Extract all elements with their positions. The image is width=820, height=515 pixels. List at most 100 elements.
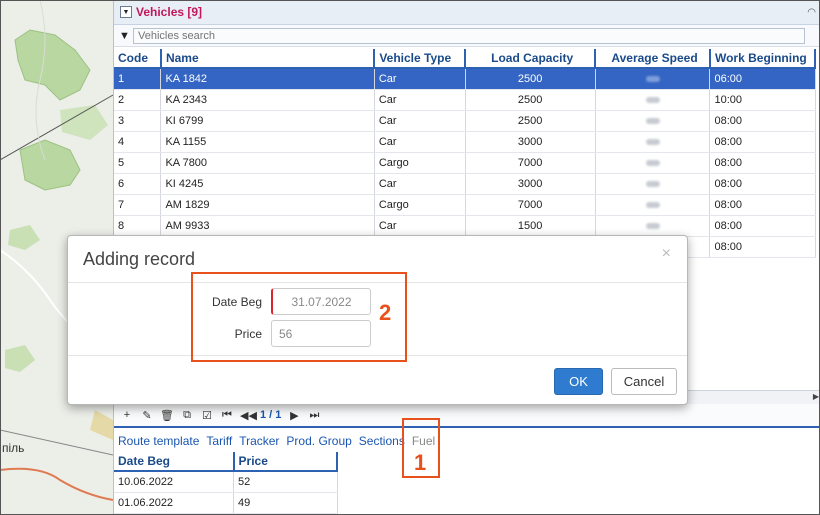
cell-type: Car — [374, 131, 466, 153]
cell-capacity: 3000 — [465, 131, 596, 153]
cell-date: 01.06.2022 — [114, 492, 235, 514]
cell-name: AM 9933 — [160, 215, 375, 237]
last-page-icon[interactable]: ⏭ — [307, 409, 321, 422]
map-town-label: піль — [2, 441, 25, 455]
add-icon[interactable]: + — [120, 409, 134, 421]
cell-capacity: 1500 — [465, 215, 596, 237]
cell-work-begin: 06:00 — [709, 68, 816, 90]
cell-type: Car — [374, 173, 466, 195]
vehicles-search-input[interactable] — [133, 27, 805, 44]
col-code[interactable]: Code — [114, 49, 162, 69]
cell-code: 8 — [114, 215, 162, 237]
table-row[interactable]: 1 KA 1842 Car 2500 06:00 — [114, 68, 816, 90]
cell-speed-redacted — [595, 68, 711, 90]
col-price[interactable]: Price — [233, 452, 339, 472]
annotation-number-1: 1 — [414, 450, 427, 475]
table-row[interactable]: 5 KA 7800 Cargo 7000 08:00 — [114, 152, 816, 174]
cell-code: 6 — [114, 173, 162, 195]
cell-price: 52 — [233, 471, 338, 493]
scroll-right-icon[interactable]: ▶ — [813, 392, 819, 401]
table-row[interactable]: 8 AM 9933 Car 1500 08:00 — [114, 215, 816, 237]
cancel-button[interactable]: Cancel — [611, 368, 677, 395]
col-work-beginning[interactable]: Work Beginning — [709, 49, 817, 69]
filter-icon[interactable]: ▼ — [119, 30, 133, 42]
cell-work-begin: 10:00 — [709, 89, 816, 111]
annotation-box-2 — [191, 272, 407, 362]
tab-tracker[interactable]: Tracker — [239, 434, 279, 448]
rss-icon[interactable]: ◠ — [807, 7, 816, 18]
cell-code: 1 — [114, 68, 162, 90]
cell-work-begin: 08:00 — [709, 236, 816, 258]
tab-route-template[interactable]: Route template — [118, 434, 199, 448]
cell-speed-redacted — [595, 194, 711, 216]
cell-type: Cargo — [374, 152, 466, 174]
col-load-capacity[interactable]: Load Capacity — [465, 49, 597, 69]
cell-speed-redacted — [595, 152, 711, 174]
cell-speed-redacted — [595, 89, 711, 111]
table-row[interactable]: 01.06.2022 49 — [114, 492, 338, 514]
cell-capacity: 7000 — [465, 194, 596, 216]
col-average-speed[interactable]: Average Speed — [595, 49, 711, 69]
table-row[interactable]: 4 KA 1155 Car 3000 08:00 — [114, 131, 816, 153]
cell-capacity: 3000 — [465, 173, 596, 195]
cell-code: 2 — [114, 89, 162, 111]
fuel-table: Date Beg Price 10.06.2022 52 01.06.2022 … — [114, 452, 339, 514]
delete-icon[interactable]: 🗑 — [160, 409, 174, 422]
cell-code: 4 — [114, 131, 162, 153]
cell-work-begin: 08:00 — [709, 194, 816, 216]
table-row[interactable]: 6 KI 4245 Car 3000 08:00 — [114, 173, 816, 195]
cell-type: Car — [374, 89, 466, 111]
prev-page-icon[interactable]: ◀◀ — [240, 409, 257, 422]
cell-name: KI 4245 — [160, 173, 375, 195]
tab-prod-group[interactable]: Prod. Group — [286, 434, 351, 448]
vehicles-header-row: Code Name Vehicle Type Load Capacity Ave… — [114, 49, 817, 69]
edit-check-icon[interactable]: ☑ — [200, 409, 214, 422]
pager-text: 1 / 1 — [260, 409, 282, 421]
cell-work-begin: 08:00 — [709, 110, 816, 132]
cell-capacity: 7000 — [465, 152, 596, 174]
dialog-title: Adding record — [83, 249, 196, 269]
table-row[interactable]: 2 KA 2343 Car 2500 10:00 — [114, 89, 816, 111]
cell-name: KA 1155 — [160, 131, 375, 153]
cell-speed-redacted — [595, 215, 711, 237]
cell-work-begin: 08:00 — [709, 173, 816, 195]
close-icon[interactable]: × — [662, 245, 671, 263]
cell-capacity: 2500 — [465, 89, 596, 111]
tab-tariff[interactable]: Tariff — [206, 434, 232, 448]
detail-tabs: Route template Tariff Tracker Prod. Grou… — [114, 430, 820, 452]
ok-button[interactable]: OK — [554, 368, 603, 395]
cell-speed-redacted — [595, 110, 711, 132]
table-row[interactable]: 7 AM 1829 Cargo 7000 08:00 — [114, 194, 816, 216]
cell-name: KA 7800 — [160, 152, 375, 174]
cell-type: Car — [374, 68, 466, 90]
cell-work-begin: 08:00 — [709, 152, 816, 174]
cell-name: KA 1842 — [160, 68, 375, 90]
vehicles-table: Code Name Vehicle Type Load Capacity Ave… — [114, 49, 817, 258]
copy-icon[interactable]: ⧉ — [180, 409, 194, 422]
dialog-footer: OK Cancel — [68, 355, 687, 405]
panel-title-bar: ▼ Vehicles [9] ◠ — [114, 0, 820, 25]
cell-name: KI 6799 — [160, 110, 375, 132]
collapse-icon[interactable]: ▼ — [120, 6, 132, 18]
table-row[interactable]: 3 KI 6799 Car 2500 08:00 — [114, 110, 816, 132]
edit-icon[interactable]: ✎ — [140, 409, 154, 422]
search-row: ▼ — [114, 25, 820, 47]
cell-name: KA 2343 — [160, 89, 375, 111]
cell-speed-redacted — [595, 131, 711, 153]
cell-capacity: 2500 — [465, 68, 596, 90]
cell-name: AM 1829 — [160, 194, 375, 216]
tab-sections[interactable]: Sections — [359, 434, 405, 448]
table-row[interactable]: 10.06.2022 52 — [114, 471, 338, 493]
cell-code: 3 — [114, 110, 162, 132]
col-date-beg[interactable]: Date Beg — [114, 452, 235, 472]
first-page-icon[interactable]: ⏮ — [220, 409, 234, 422]
cell-capacity: 2500 — [465, 110, 596, 132]
cell-work-begin: 08:00 — [709, 215, 816, 237]
detail-toolbar: + ✎ 🗑 ⧉ ☑ ⏮ ◀◀ 1 / 1 ▶ ⏭ — [114, 404, 820, 428]
col-name[interactable]: Name — [160, 49, 376, 69]
annotation-number-2: 2 — [379, 300, 392, 325]
next-page-icon[interactable]: ▶ — [287, 409, 301, 422]
cell-type: Car — [374, 110, 466, 132]
cell-code: 7 — [114, 194, 162, 216]
col-vehicle-type[interactable]: Vehicle Type — [374, 49, 467, 69]
